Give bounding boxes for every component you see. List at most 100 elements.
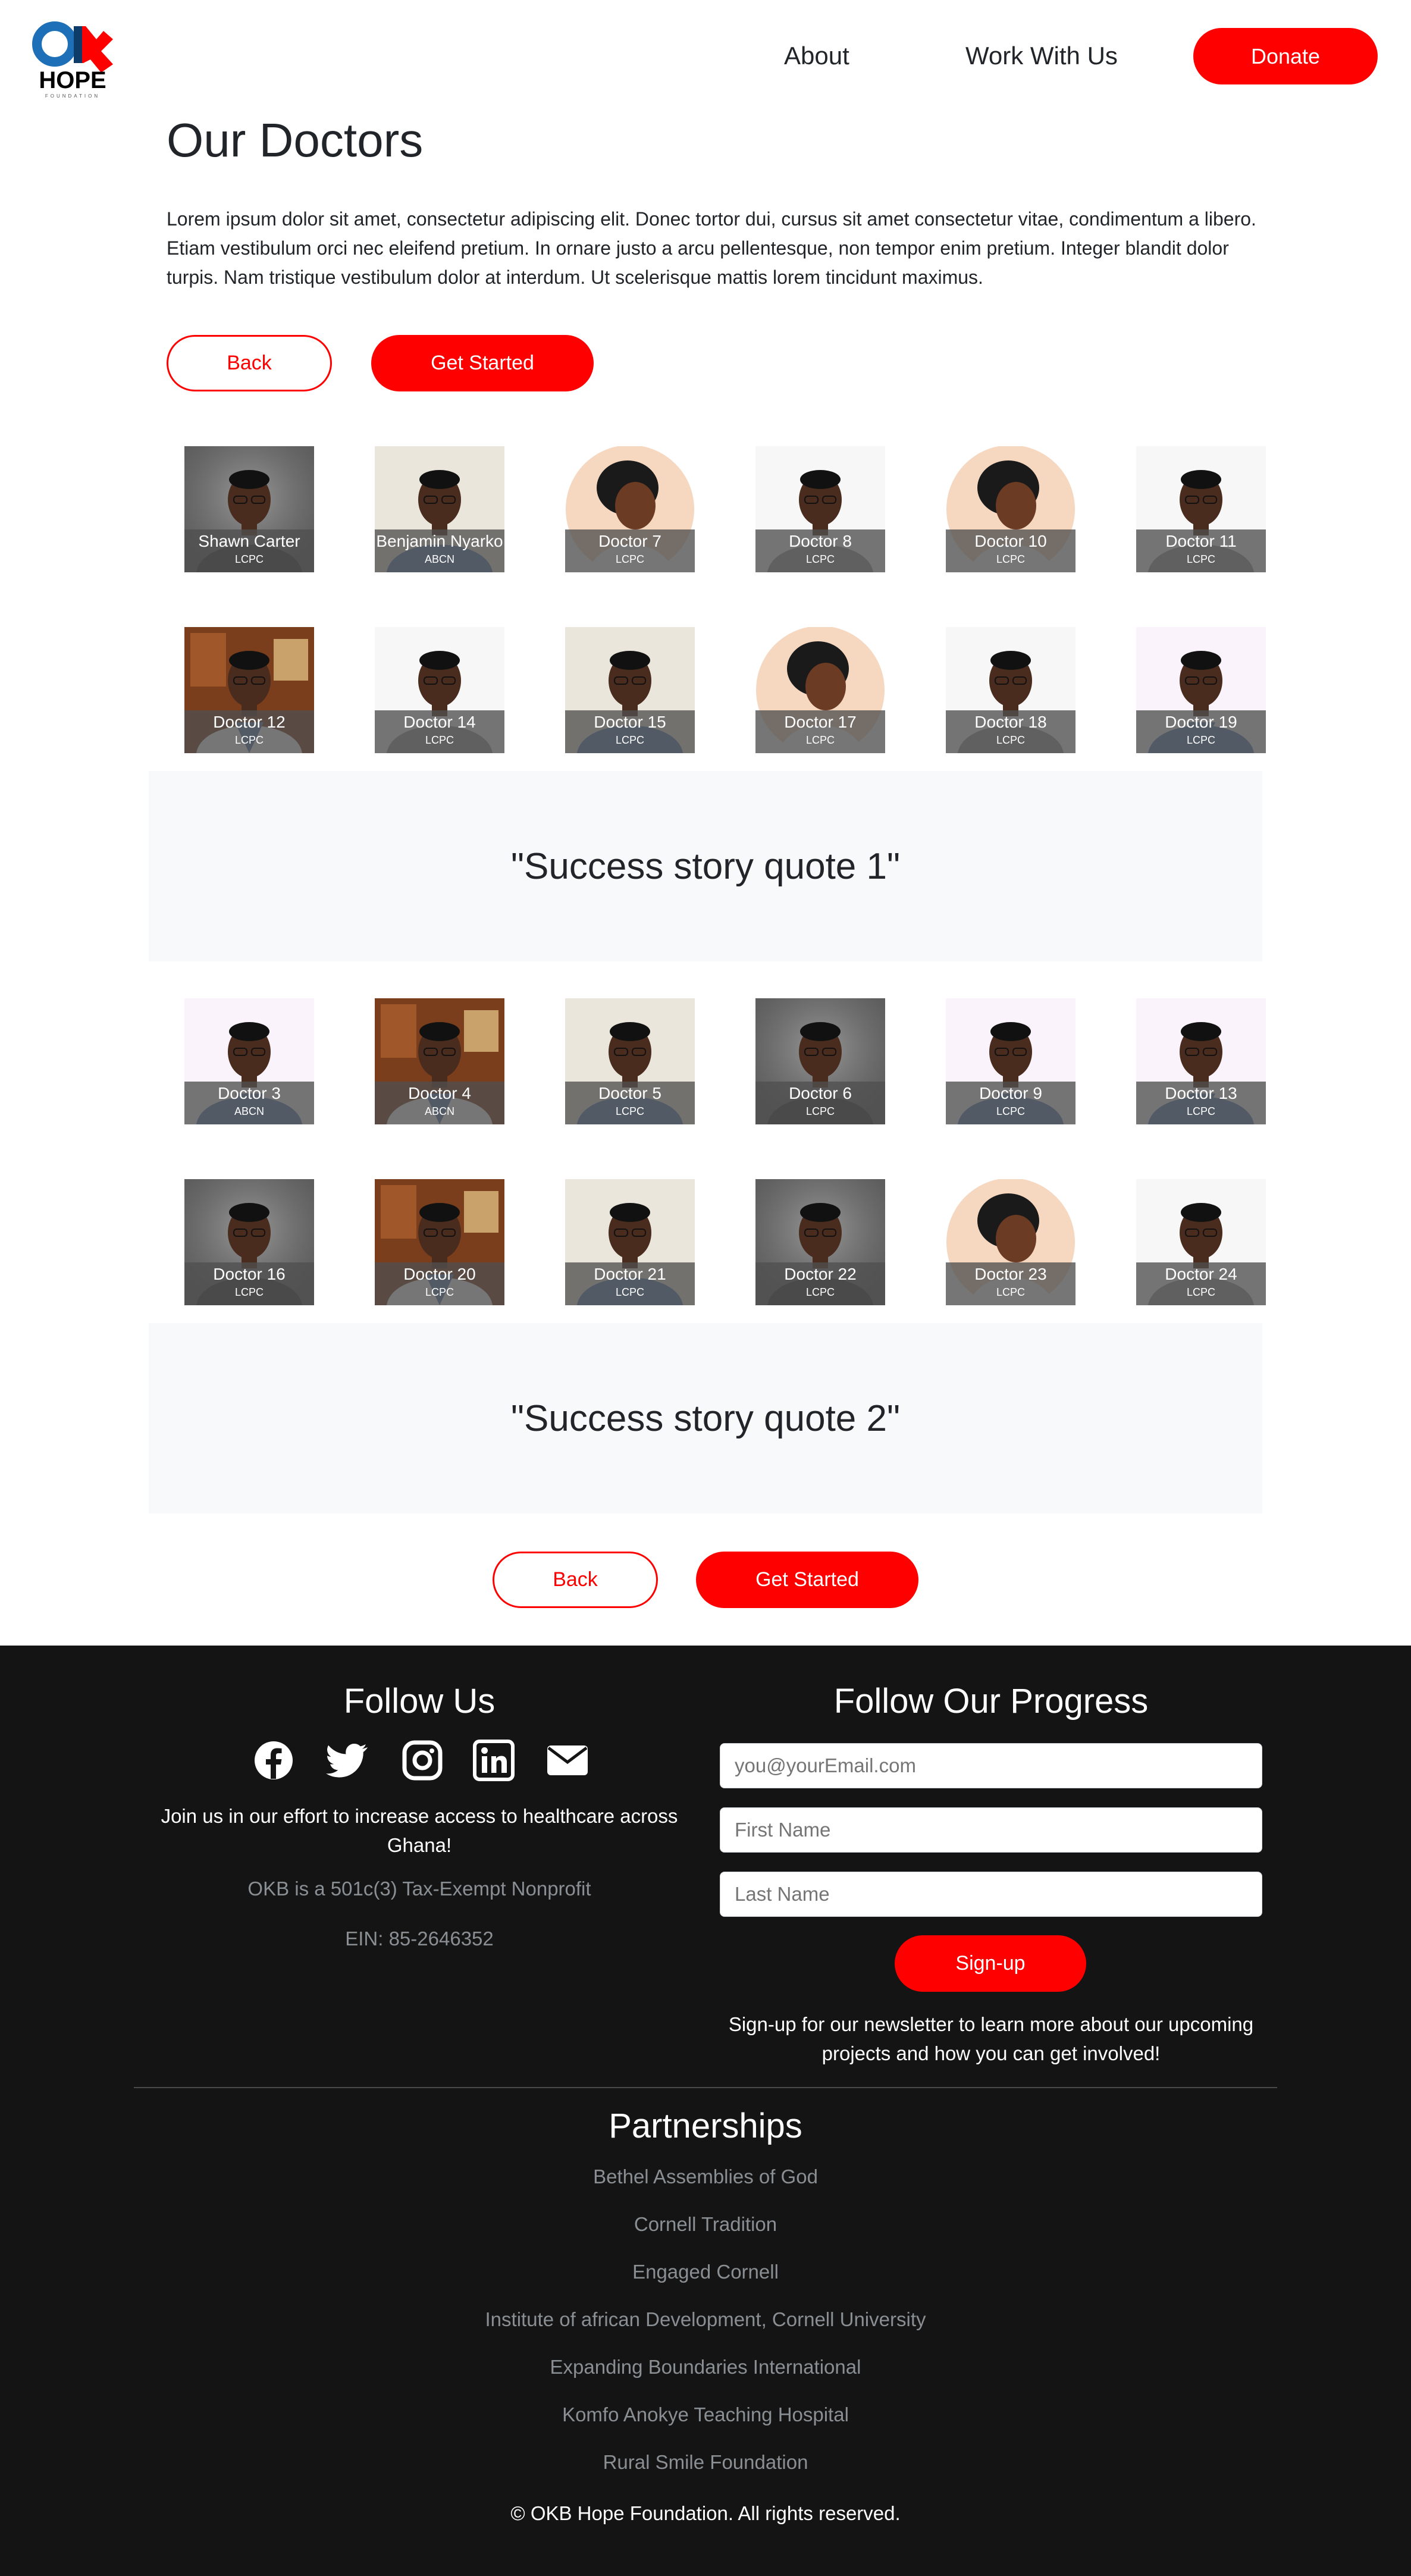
partner-item[interactable]: Cornell Tradition <box>0 2213 1411 2236</box>
doctor-row-1: Shawn Carter LCPC Benjamin Nyarko ABCN Docto… <box>184 446 1267 572</box>
doctor-caption: Doctor 18 LCPC <box>946 710 1076 753</box>
doctor-card[interactable]: Shawn Carter LCPC <box>184 446 314 572</box>
doctor-card[interactable]: Doctor 8 LCPC <box>755 446 885 572</box>
doctor-caption: Doctor 6 LCPC <box>755 1082 885 1124</box>
doctor-name: Doctor 24 <box>1165 1265 1237 1283</box>
doctor-name: Doctor 13 <box>1165 1084 1237 1102</box>
doctor-card[interactable]: Doctor 24 LCPC <box>1136 1179 1266 1305</box>
doctor-caption: Doctor 20 LCPC <box>375 1262 504 1305</box>
linkedin-icon[interactable] <box>473 1740 515 1781</box>
first-name-field[interactable] <box>720 1807 1262 1853</box>
doctor-caption: Doctor 12 LCPC <box>184 710 314 753</box>
doctor-caption: Doctor 24 LCPC <box>1136 1262 1266 1305</box>
follow-progress-title: Follow Our Progress <box>833 1682 1149 1721</box>
doctor-caption: Doctor 14 LCPC <box>375 710 504 753</box>
doctor-row-2: Doctor 12 LCPC Doctor 14 LCPC Doctor 15 LCPC D… <box>184 627 1267 753</box>
doctor-credential: LCPC <box>234 734 264 746</box>
doctor-name: Doctor 9 <box>979 1084 1042 1102</box>
doctor-credential: LCPC <box>1186 1286 1215 1298</box>
doctor-caption: Doctor 9 LCPC <box>946 1082 1076 1124</box>
newsletter-text: Sign-up for our newsletter to learn more… <box>728 2013 1254 2064</box>
doctor-credential: LCPC <box>805 1286 835 1298</box>
partner-item[interactable]: Expanding Boundaries International <box>0 2356 1411 2378</box>
doctor-credential: ABCN <box>424 553 454 565</box>
partner-item[interactable]: Rural Smile Foundation <box>0 2451 1411 2474</box>
doctor-credential: LCPC <box>1186 1105 1215 1117</box>
doctor-credential: LCPC <box>996 553 1025 565</box>
doctor-card[interactable]: Doctor 4 ABCN <box>375 998 504 1124</box>
doctor-card[interactable]: Doctor 18 LCPC <box>946 627 1076 753</box>
doctor-name: Doctor 12 <box>213 713 286 731</box>
copyright-text: © OKB Hope Foundation. All rights reserv… <box>510 2502 901 2524</box>
doctor-card[interactable]: Doctor 17 LCPC <box>755 627 885 753</box>
donate-button[interactable]: Donate <box>1193 28 1378 84</box>
doctor-card[interactable]: Doctor 3 ABCN <box>184 998 314 1124</box>
signup-button[interactable]: Sign-up <box>895 1935 1086 1992</box>
doctor-card[interactable]: Doctor 11 LCPC <box>1136 446 1266 572</box>
doctor-card[interactable]: Doctor 20 LCPC <box>375 1179 504 1305</box>
doctor-card[interactable]: Doctor 16 LCPC <box>184 1179 314 1305</box>
doctor-card[interactable]: Doctor 21 LCPC <box>565 1179 695 1305</box>
doctor-credential: LCPC <box>425 734 454 746</box>
doctor-name: Doctor 22 <box>784 1265 857 1283</box>
back-button-top[interactable]: Back <box>167 335 332 391</box>
last-name-field[interactable] <box>720 1872 1262 1917</box>
nav-about[interactable]: About <box>784 42 849 70</box>
doctor-credential: LCPC <box>996 734 1025 746</box>
facebook-icon[interactable] <box>253 1740 294 1781</box>
doctor-name: Doctor 17 <box>784 713 857 731</box>
nav-work-with-us[interactable]: Work With Us <box>965 42 1118 70</box>
doctor-card[interactable]: Doctor 12 LCPC <box>184 627 314 753</box>
partner-item[interactable]: Institute of african Development, Cornel… <box>0 2308 1411 2331</box>
doctor-name: Benjamin Nyarko <box>376 532 503 550</box>
doctor-card[interactable]: Doctor 19 LCPC <box>1136 627 1266 753</box>
okb-hope-logo[interactable]: HOPE FOUNDATION <box>31 15 114 99</box>
doctor-caption: Doctor 3 ABCN <box>184 1082 314 1124</box>
get-started-button-top[interactable]: Get Started <box>371 335 594 391</box>
doctor-caption: Benjamin Nyarko ABCN <box>375 529 504 572</box>
doctor-name: Doctor 7 <box>598 532 661 550</box>
doctor-credential: LCPC <box>805 1105 835 1117</box>
doctor-caption: Doctor 17 LCPC <box>755 710 885 753</box>
doctor-name: Doctor 3 <box>218 1084 281 1102</box>
doctor-card[interactable]: Doctor 7 LCPC <box>565 446 695 572</box>
doctor-card[interactable]: Doctor 10 LCPC <box>946 446 1076 572</box>
doctor-name: Doctor 18 <box>974 713 1047 731</box>
doctor-caption: Doctor 8 LCPC <box>755 529 885 572</box>
doctor-caption: Doctor 13 LCPC <box>1136 1082 1266 1124</box>
envelope-icon[interactable] <box>546 1740 589 1781</box>
doctor-card[interactable]: Doctor 23 LCPC <box>946 1179 1076 1305</box>
doctor-card[interactable]: Doctor 6 LCPC <box>755 998 885 1124</box>
doctor-caption: Doctor 22 LCPC <box>755 1262 885 1305</box>
instagram-icon[interactable] <box>402 1740 443 1781</box>
doctor-name: Doctor 8 <box>789 532 852 550</box>
doctor-credential: LCPC <box>996 1105 1025 1117</box>
doctor-card[interactable]: Benjamin Nyarko ABCN <box>375 446 504 572</box>
twitter-icon[interactable] <box>326 1740 368 1781</box>
doctor-credential: LCPC <box>996 1286 1025 1298</box>
doctor-caption: Doctor 15 LCPC <box>565 710 695 753</box>
doctor-credential: LCPC <box>615 1286 644 1298</box>
success-quote-1: "Success story quote 1" <box>149 771 1262 961</box>
partner-item[interactable]: Engaged Cornell <box>0 2261 1411 2283</box>
partner-item[interactable]: Komfo Anokye Teaching Hospital <box>0 2403 1411 2426</box>
doctor-card[interactable]: Doctor 5 LCPC <box>565 998 695 1124</box>
doctor-name: Doctor 6 <box>789 1084 852 1102</box>
partner-item[interactable]: Bethel Assemblies of God <box>0 2166 1411 2188</box>
svg-text:HOPE: HOPE <box>39 67 106 93</box>
doctor-card[interactable]: Doctor 14 LCPC <box>375 627 504 753</box>
back-button-bottom[interactable]: Back <box>493 1552 658 1608</box>
doctor-name: Doctor 23 <box>974 1265 1047 1283</box>
doctor-card[interactable]: Doctor 9 LCPC <box>946 998 1076 1124</box>
doctor-name: Doctor 21 <box>594 1265 666 1283</box>
email-field[interactable] <box>720 1743 1262 1788</box>
doctor-name: Doctor 4 <box>408 1084 471 1102</box>
doctor-card[interactable]: Doctor 22 LCPC <box>755 1179 885 1305</box>
doctor-card[interactable]: Doctor 15 LCPC <box>565 627 695 753</box>
doctor-credential: LCPC <box>615 734 644 746</box>
doctor-card[interactable]: Doctor 13 LCPC <box>1136 998 1266 1124</box>
success-quote-2: "Success story quote 2" <box>149 1323 1262 1513</box>
quote-text-2: "Success story quote 2" <box>511 1397 900 1439</box>
get-started-button-bottom[interactable]: Get Started <box>696 1552 918 1608</box>
page-title: Our Doctors <box>167 114 424 167</box>
